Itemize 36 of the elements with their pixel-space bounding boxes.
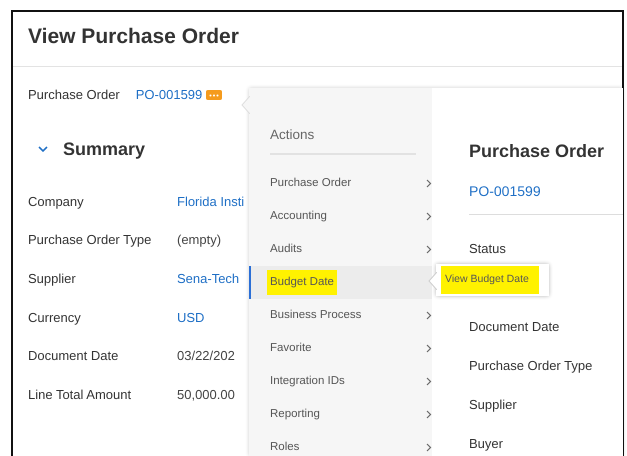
more-icon — [209, 94, 220, 96]
field-label: Status — [469, 240, 507, 258]
menu-item[interactable]: Integration IDs — [270, 365, 432, 398]
po-link[interactable]: PO-001599 — [136, 85, 202, 105]
menu-item[interactable]: Accounting — [270, 200, 432, 234]
field-link[interactable]: Sena-Tech — [177, 268, 240, 288]
field-label: Line Total Amount — [28, 386, 132, 404]
field-link[interactable]: USD — [177, 308, 204, 328]
field-label: Document Date — [469, 318, 560, 336]
section-toggle[interactable] — [38, 146, 48, 152]
menu-item[interactable]: Business Process — [270, 299, 432, 332]
field-value: (empty) — [177, 231, 222, 250]
field-label: Purchase Order — [28, 86, 120, 104]
submenu-item[interactable]: View Budget Date — [441, 266, 539, 294]
field-label: Purchase Order Type — [28, 231, 152, 250]
field-value: 03/22/202 — [177, 347, 235, 366]
page-title: View Purchase Order — [28, 24, 240, 50]
field-label: Buyer — [469, 434, 504, 453]
preview-title: Purchase Order — [469, 140, 606, 163]
field-label: Document Date — [28, 347, 120, 366]
field-label: Company — [28, 192, 85, 211]
field-value: 50,000.00 — [177, 386, 235, 404]
field-link[interactable]: Florida Insti — [177, 192, 244, 212]
section-title: Summary — [63, 138, 146, 161]
field-label: Currency — [28, 308, 82, 327]
menu-heading: Actions — [270, 125, 416, 156]
menu-item[interactable]: Reporting — [270, 398, 432, 432]
menu-item[interactable]: Roles — [270, 431, 432, 456]
field-label: Supplier — [469, 396, 518, 414]
menu-item[interactable]: Purchase Order — [270, 167, 432, 200]
menu-item[interactable]: Favorite — [270, 332, 432, 366]
field-label: Purchase Order Type — [469, 356, 594, 375]
menu-item[interactable]: Audits — [270, 233, 432, 266]
menu-item[interactable]: Budget Date — [249, 266, 432, 300]
field-label: Supplier — [28, 270, 77, 288]
po-link[interactable]: PO-001599 — [469, 181, 541, 202]
